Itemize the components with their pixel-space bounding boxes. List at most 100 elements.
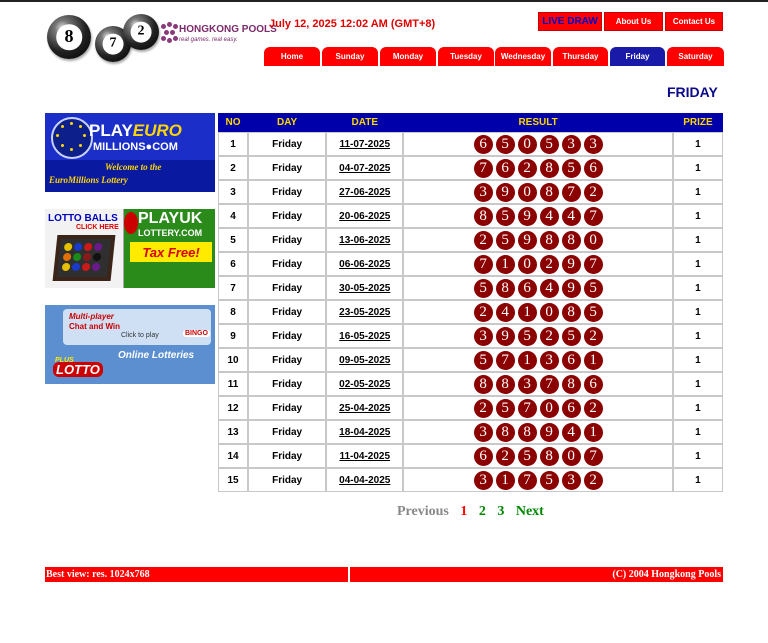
brand-tagline: real games. real easy. bbox=[179, 37, 238, 43]
row-day: Friday bbox=[248, 420, 327, 444]
row-date-link[interactable]: 09-05-2025 bbox=[339, 355, 390, 366]
result-ball: 9 bbox=[495, 326, 515, 346]
row-result: 388941 bbox=[403, 420, 673, 444]
row-date-link[interactable]: 16-05-2025 bbox=[339, 331, 390, 342]
result-ball: 2 bbox=[539, 326, 559, 346]
result-ball: 8 bbox=[561, 302, 581, 322]
result-ball: 6 bbox=[473, 446, 493, 466]
euro-stars-icon bbox=[51, 117, 93, 159]
live-draw-button[interactable]: LIVE DRAW bbox=[538, 12, 602, 31]
playuk-lottery-banner[interactable]: LOTTO BALLS CLICK HERE PLAYUK LOTTERY.CO… bbox=[45, 209, 215, 288]
result-ball: 0 bbox=[539, 302, 559, 322]
tab-sunday[interactable]: Sunday bbox=[322, 47, 378, 66]
playuk-panel[interactable]: PLAYUK LOTTERY.COM Tax Free! bbox=[124, 209, 215, 288]
table-row: 1 Friday 11-07-2025 6 5 0 5 3 3 1 bbox=[218, 132, 723, 156]
row-date-cell: 06-06-2025 bbox=[326, 252, 404, 276]
page-link-3[interactable]: 3 bbox=[497, 504, 504, 519]
tab-tuesday[interactable]: Tuesday bbox=[438, 47, 494, 66]
row-date-link[interactable]: 18-04-2025 bbox=[339, 427, 390, 438]
row-number: 10 bbox=[218, 348, 249, 372]
about-us-button[interactable]: About Us bbox=[604, 12, 663, 31]
result-ball: 9 bbox=[561, 254, 581, 274]
result-ball: 8 bbox=[473, 206, 493, 226]
logo-ball-number: 7 bbox=[102, 33, 124, 55]
row-date-link[interactable]: 04-04-2025 bbox=[339, 475, 390, 486]
logo-ball-number: 2 bbox=[130, 21, 152, 43]
row-date-link[interactable]: 30-05-2025 bbox=[339, 283, 390, 294]
pagination: Previous 1 2 3 Next bbox=[397, 504, 552, 520]
row-prize: 1 bbox=[672, 468, 723, 492]
row-date-link[interactable]: 25-04-2025 bbox=[339, 403, 390, 414]
result-balls: 571361 bbox=[473, 350, 603, 370]
col-header-day: DAY bbox=[248, 113, 327, 132]
row-prize: 1 bbox=[672, 228, 723, 252]
row-prize: 1 bbox=[672, 204, 723, 228]
row-prize: 1 bbox=[672, 396, 723, 420]
row-date-link[interactable]: 13-06-2025 bbox=[339, 235, 390, 246]
site-logo[interactable]: 8 7 2 HONGKONG POOLS real games. real ea… bbox=[45, 12, 277, 64]
result-ball: 7 bbox=[539, 374, 559, 394]
row-day: Friday bbox=[248, 132, 327, 156]
tab-friday[interactable]: Friday bbox=[610, 47, 665, 66]
result-ball: 8 bbox=[517, 422, 537, 442]
online-lotteries-banner[interactable]: Multi-player Chat and Win Click to play … bbox=[45, 305, 215, 384]
result-ball: 7 bbox=[561, 182, 581, 202]
table-row: 13 Friday 18-04-2025 3 8 8 9 4 1 1 bbox=[218, 420, 723, 444]
footer-best-view: Best view: res. 1024x768 bbox=[45, 567, 348, 582]
tab-thursday[interactable]: Thursday bbox=[553, 47, 608, 66]
result-ball: 2 bbox=[495, 446, 515, 466]
contact-us-button[interactable]: Contact Us bbox=[665, 12, 723, 31]
result-ball: 5 bbox=[517, 326, 537, 346]
result-ball: 2 bbox=[473, 398, 493, 418]
tab-wednesday[interactable]: Wednesday bbox=[495, 47, 551, 66]
result-balls: 625807 bbox=[473, 446, 603, 466]
euro-banner-site: MILLIONS●COM bbox=[93, 141, 178, 153]
row-prize: 1 bbox=[672, 420, 723, 444]
tab-monday[interactable]: Monday bbox=[380, 47, 436, 66]
results-body: 1 Friday 11-07-2025 6 5 0 5 3 3 1 2 Friday 04-07-202… bbox=[218, 132, 723, 492]
result-ball: 5 bbox=[539, 134, 559, 154]
row-date-link[interactable]: 06-06-2025 bbox=[339, 259, 390, 270]
row-day: Friday bbox=[248, 300, 327, 324]
row-date-link[interactable]: 27-06-2025 bbox=[339, 187, 390, 198]
bingo-promo-panel: Multi-player Chat and Win Click to play … bbox=[63, 309, 211, 345]
result-ball: 3 bbox=[539, 350, 559, 370]
result-ball: 9 bbox=[495, 182, 515, 202]
result-ball: 0 bbox=[583, 230, 603, 250]
result-ball: 8 bbox=[539, 446, 559, 466]
row-date-link[interactable]: 04-07-2025 bbox=[339, 163, 390, 174]
row-date-link[interactable]: 23-05-2025 bbox=[339, 307, 390, 318]
result-balls: 317532 bbox=[473, 470, 603, 490]
row-result: 859447 bbox=[403, 204, 673, 228]
table-row: 7 Friday 30-05-2025 5 8 6 4 9 5 1 bbox=[218, 276, 723, 300]
next-link[interactable]: Next bbox=[516, 504, 544, 519]
row-date-link[interactable]: 11-07-2025 bbox=[339, 139, 390, 150]
page-link-1[interactable]: 1 bbox=[460, 504, 467, 519]
row-result: 241085 bbox=[403, 300, 673, 324]
euromillions-banner[interactable]: PLAYEURO MILLIONS●COM Welcome to the Eur… bbox=[45, 113, 215, 192]
previous-link[interactable]: Previous bbox=[397, 504, 449, 519]
lotto-balls-panel[interactable]: LOTTO BALLS CLICK HERE bbox=[45, 209, 124, 288]
table-row: 9 Friday 16-05-2025 3 9 5 2 5 2 1 bbox=[218, 324, 723, 348]
lotto-balls-title: LOTTO BALLS bbox=[48, 213, 118, 224]
tab-home[interactable]: Home bbox=[264, 47, 320, 66]
result-ball: 6 bbox=[561, 398, 581, 418]
row-date-link[interactable]: 02-05-2025 bbox=[339, 379, 390, 390]
row-date-cell: 13-06-2025 bbox=[326, 228, 404, 252]
page-link-2[interactable]: 2 bbox=[479, 504, 486, 519]
result-balls: 259880 bbox=[473, 230, 603, 250]
tab-saturday[interactable]: Saturday bbox=[667, 47, 724, 66]
euro-welcome-line1: Welcome to the bbox=[105, 162, 162, 172]
row-day: Friday bbox=[248, 276, 327, 300]
result-ball: 5 bbox=[517, 446, 537, 466]
row-date-cell: 30-05-2025 bbox=[326, 276, 404, 300]
row-result: 762856 bbox=[403, 156, 673, 180]
row-prize: 1 bbox=[672, 156, 723, 180]
result-ball: 3 bbox=[583, 134, 603, 154]
result-ball: 1 bbox=[517, 350, 537, 370]
row-date-link[interactable]: 11-04-2025 bbox=[339, 451, 390, 462]
row-date-link[interactable]: 20-06-2025 bbox=[339, 211, 390, 222]
row-day: Friday bbox=[248, 252, 327, 276]
result-ball: 2 bbox=[583, 182, 603, 202]
result-ball: 2 bbox=[473, 230, 493, 250]
